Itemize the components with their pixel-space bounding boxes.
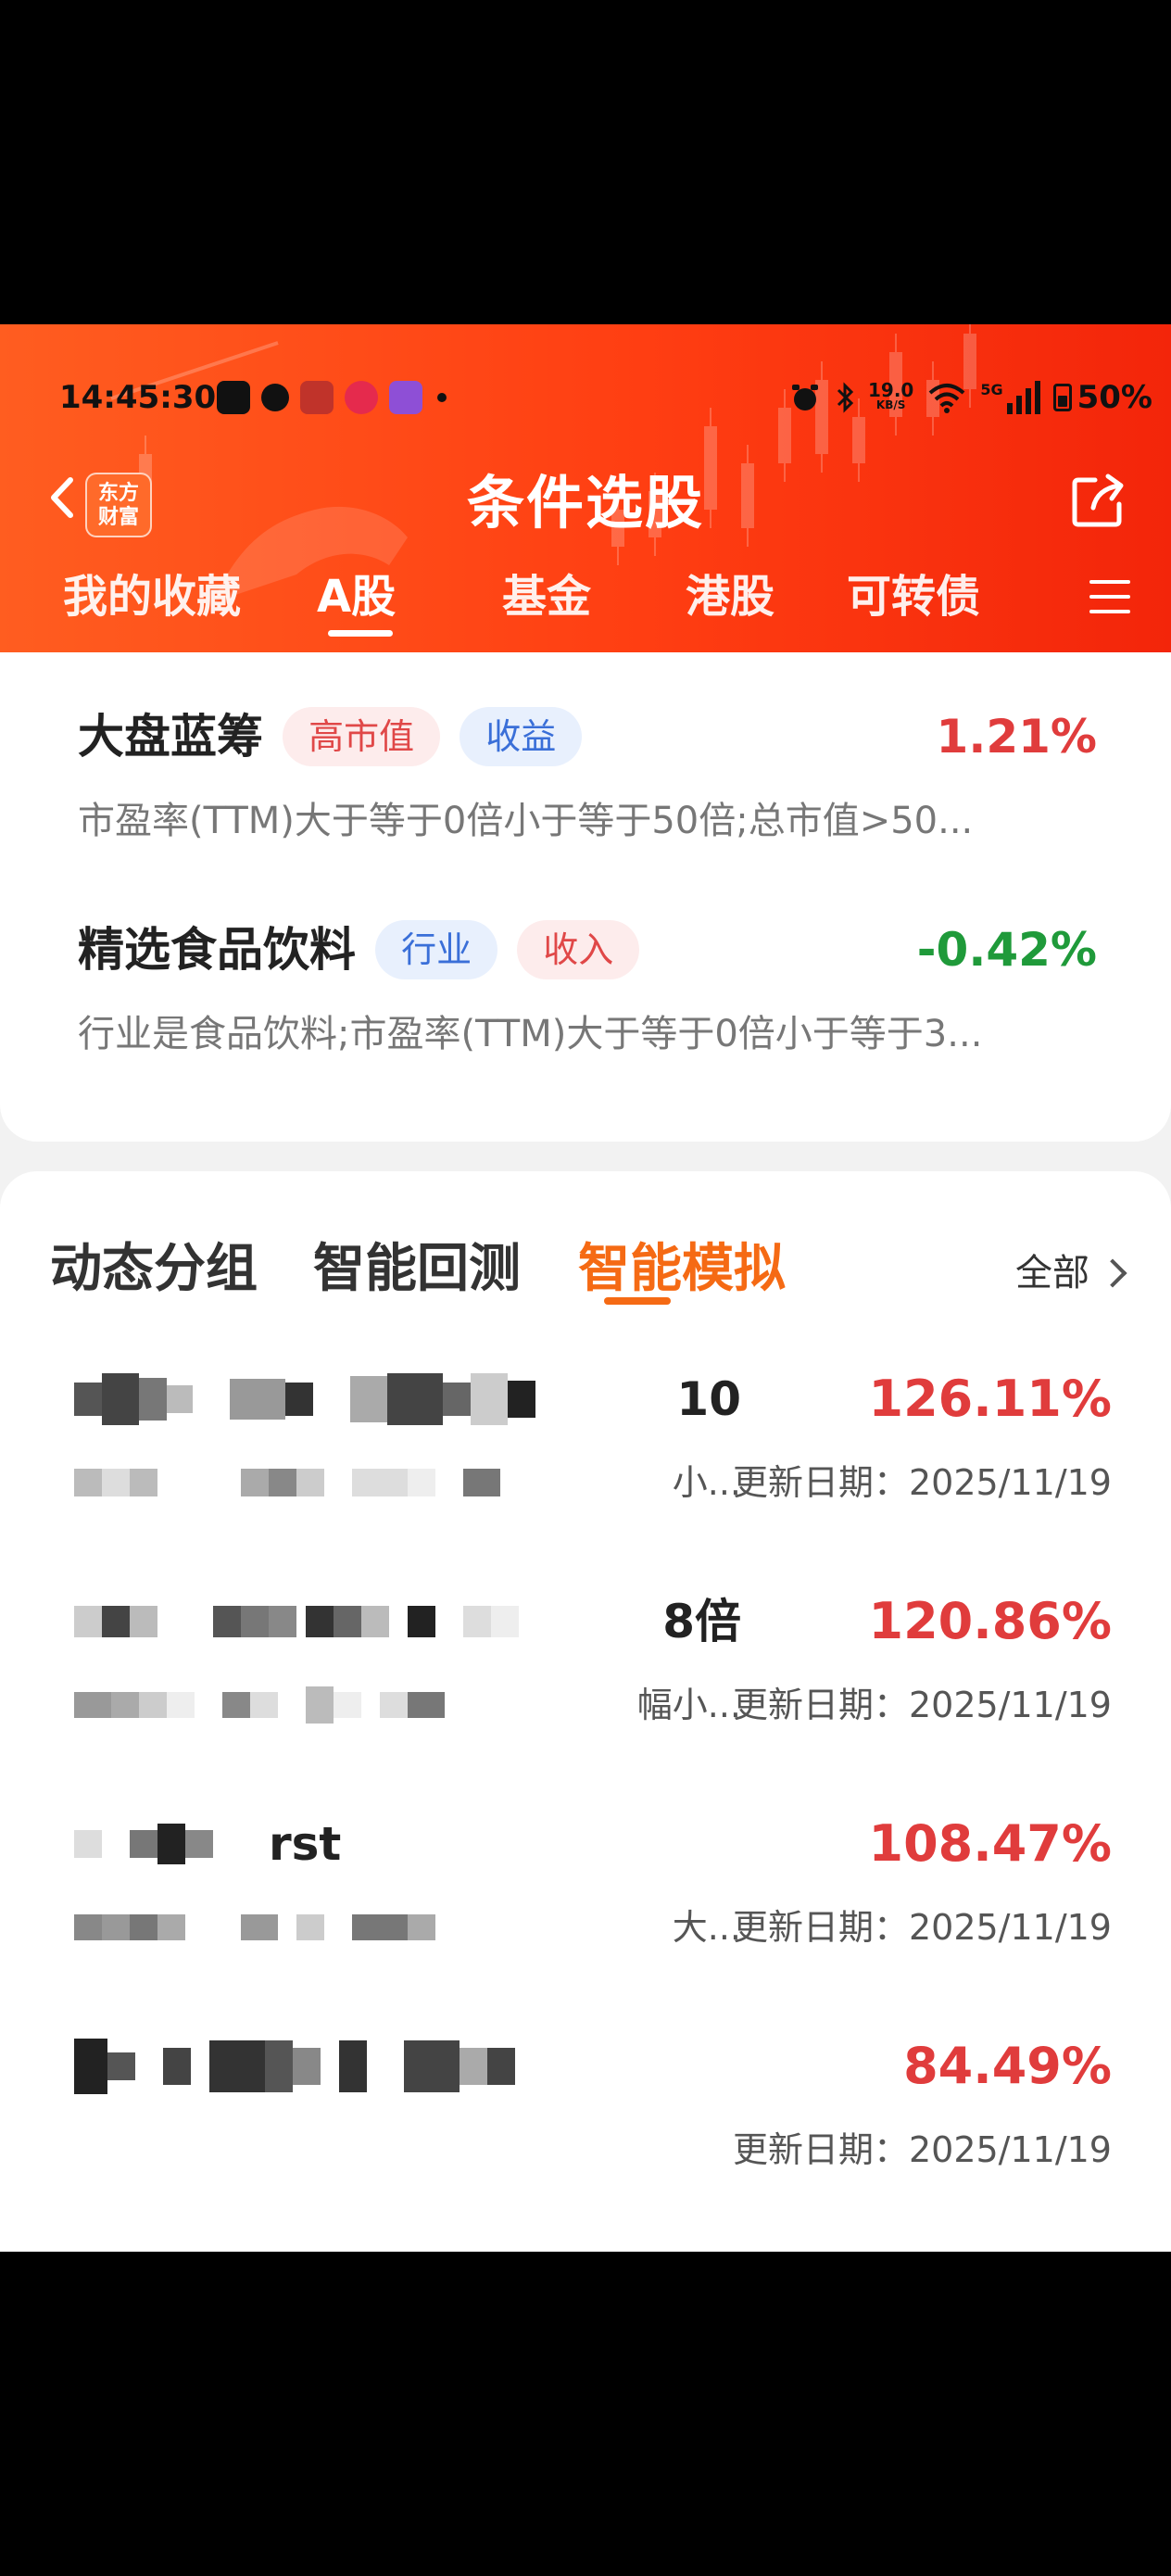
simulation-update-date: 更新日期：2025/11/19 bbox=[732, 2129, 1112, 2170]
menu-icon[interactable] bbox=[1089, 580, 1130, 613]
simulation-description: 幅小... bbox=[74, 1677, 741, 1733]
simulation-name: 10 bbox=[74, 1362, 741, 1436]
status-time: 14:45:30 bbox=[59, 379, 217, 416]
signal-icon: 5G bbox=[980, 381, 1040, 414]
nav-bar: 东方 财富 条件选股 bbox=[0, 445, 1171, 547]
simulation-item[interactable]: 10 126.11% 小... 更新日期：2025/11/19 bbox=[74, 1362, 1112, 1547]
blurred-name bbox=[74, 1585, 519, 1659]
simulation-subline: 更新日期：2025/11/19 bbox=[74, 2122, 1112, 2178]
simulation-description-visible: 幅小... bbox=[636, 1685, 741, 1725]
strategy-description: 市盈率(TTM)大于等于0倍小于等于50倍;总市值>50... bbox=[78, 800, 974, 842]
simulation-subline: 大... 更新日期：2025/11/19 bbox=[74, 1900, 1112, 1955]
simulation-card: 动态分组 智能回测 智能模拟 全部 10 126.11% 小... 更新日期：2… bbox=[0, 1171, 1171, 2252]
app-icon-4 bbox=[345, 381, 378, 414]
strategy-tag: 收益 bbox=[460, 707, 583, 766]
chevron-right-icon bbox=[1098, 1258, 1127, 1288]
tab-hk-stocks[interactable]: 港股 bbox=[686, 563, 774, 630]
view-all-link[interactable]: 全部 bbox=[1015, 1245, 1127, 1301]
simulation-description-visible: 小... bbox=[672, 1462, 741, 1503]
notification-icons bbox=[217, 380, 447, 415]
page-title: 条件选股 bbox=[466, 469, 704, 537]
view-all-label: 全部 bbox=[1015, 1252, 1089, 1294]
simulation-update-date: 更新日期：2025/11/19 bbox=[732, 1462, 1112, 1503]
strategy-item[interactable]: 大盘蓝筹 高市值 收益 1.21% 市盈率(TTM)大于等于0倍小于等于50倍;… bbox=[78, 704, 1097, 847]
tab-smart-backtest[interactable]: 智能回测 bbox=[313, 1232, 521, 1307]
simulation-description: 小... bbox=[74, 1455, 741, 1510]
simulation-name-visible: 10 bbox=[676, 1372, 741, 1426]
blurred-name bbox=[74, 2029, 515, 2103]
tab-smart-simulation[interactable]: 智能模拟 bbox=[578, 1232, 786, 1307]
strategy-tag: 收入 bbox=[517, 920, 640, 979]
strategy-return: 1.21% bbox=[936, 710, 1097, 764]
strategy-item[interactable]: 精选食品饮料 行业 收入 -0.42% 行业是食品饮料;市盈率(TTM)大于等于… bbox=[78, 917, 1097, 1060]
tab-convertible-bonds[interactable]: 可转债 bbox=[847, 563, 980, 630]
blurred-description bbox=[74, 1900, 435, 1955]
network-speed: 19.0 KB/S bbox=[867, 379, 914, 412]
app-icon-3 bbox=[300, 381, 334, 414]
battery-indicator: 50% bbox=[1052, 379, 1152, 416]
wifi-icon bbox=[929, 384, 965, 413]
blurred-description bbox=[74, 1455, 500, 1510]
strategy-name: 大盘蓝筹 bbox=[78, 710, 263, 764]
simulation-return: 108.47% bbox=[868, 1814, 1113, 1873]
tab-a-shares[interactable]: A股 bbox=[317, 563, 396, 630]
battery-icon bbox=[1052, 384, 1072, 411]
simulation-name bbox=[74, 2029, 741, 2103]
strategy-description: 行业是食品饮料;市盈率(TTM)大于等于0倍小于等于3... bbox=[78, 1013, 983, 1055]
simulation-subline: 小... 更新日期：2025/11/19 bbox=[74, 1455, 1112, 1510]
app-icon-5 bbox=[389, 381, 422, 414]
simulation-subline: 幅小... 更新日期：2025/11/19 bbox=[74, 1677, 1112, 1733]
status-bar: 14:45:30 19.0 KB/S 5G 50% bbox=[0, 374, 1171, 421]
simulation-name: 8倍 bbox=[74, 1585, 741, 1659]
strategy-return: -0.42% bbox=[916, 923, 1097, 977]
simulation-name-visible: 8倍 bbox=[662, 1595, 741, 1648]
tab-funds[interactable]: 基金 bbox=[502, 563, 591, 630]
blurred-name bbox=[74, 1807, 213, 1881]
share-icon[interactable] bbox=[1067, 471, 1128, 532]
tiktok-app-icon bbox=[217, 381, 250, 414]
strategy-tag: 高市值 bbox=[283, 707, 441, 766]
strategy-name: 精选食品饮料 bbox=[78, 923, 356, 977]
simulation-return: 84.49% bbox=[903, 2037, 1112, 2095]
simulation-description-visible: 大... bbox=[672, 1907, 741, 1948]
battery-percent: 50% bbox=[1077, 379, 1152, 416]
bluetooth-icon bbox=[837, 382, 854, 413]
active-tab-indicator bbox=[328, 630, 393, 637]
tab-favorites[interactable]: 我的收藏 bbox=[63, 563, 241, 630]
blurred-description bbox=[74, 1677, 445, 1733]
simulation-item[interactable]: 84.49% 更新日期：2025/11/19 bbox=[74, 2029, 1112, 2215]
blurred-name bbox=[74, 1362, 535, 1436]
alarm-icon bbox=[791, 385, 818, 410]
tab-dynamic-group[interactable]: 动态分组 bbox=[50, 1232, 258, 1307]
simulation-return: 120.86% bbox=[868, 1592, 1113, 1650]
simulation-item[interactable]: rst 108.47% 大... 更新日期：2025/11/19 bbox=[74, 1807, 1112, 1992]
market-tabs: 我的收藏 A股 基金 港股 可转债 bbox=[0, 563, 1171, 638]
simulation-update-date: 更新日期：2025/11/19 bbox=[732, 1685, 1112, 1725]
simulation-name: rst bbox=[74, 1807, 741, 1881]
section-tab-indicator bbox=[604, 1297, 671, 1305]
more-notifications-dot bbox=[437, 393, 447, 402]
header: 14:45:30 19.0 KB/S 5G 50% 东方 财富 条件选股 我的收… bbox=[0, 324, 1171, 652]
simulation-name-visible: rst bbox=[269, 1817, 342, 1871]
simulation-description: 大... bbox=[74, 1900, 741, 1955]
strategy-tag: 行业 bbox=[375, 920, 498, 979]
app-screen: 14:45:30 19.0 KB/S 5G 50% 东方 财富 条件选股 我的收… bbox=[0, 324, 1171, 2252]
network-speed-value: 19.0 bbox=[867, 379, 914, 401]
strategy-card: 大盘蓝筹 高市值 收益 1.21% 市盈率(TTM)大于等于0倍小于等于50倍;… bbox=[0, 652, 1171, 1142]
simulation-update-date: 更新日期：2025/11/19 bbox=[732, 1907, 1112, 1948]
simulation-return: 126.11% bbox=[868, 1370, 1113, 1428]
app-icon-2 bbox=[261, 384, 289, 411]
system-status: 19.0 KB/S 5G 50% bbox=[788, 374, 1152, 421]
network-type: 5G bbox=[980, 381, 1003, 398]
simulation-item[interactable]: 8倍 120.86% 幅小... 更新日期：2025/11/19 bbox=[74, 1585, 1112, 1770]
